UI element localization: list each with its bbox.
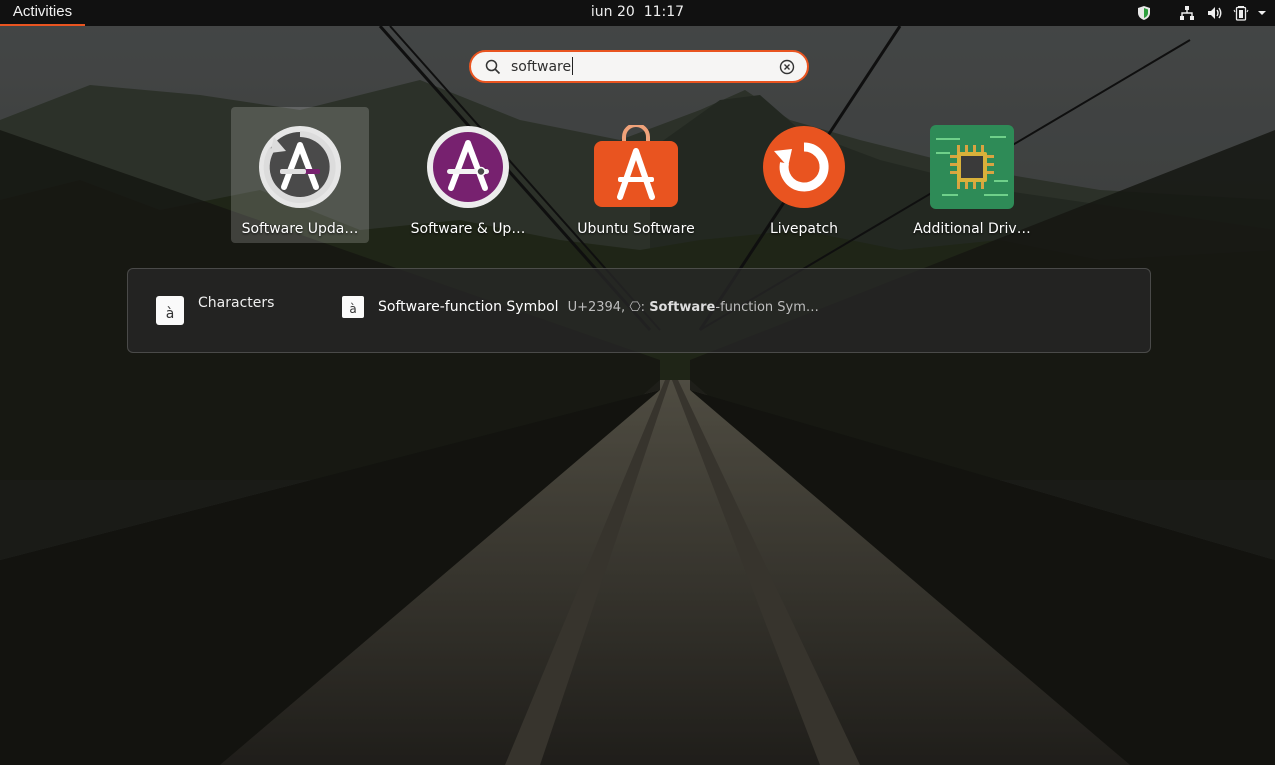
app-label: Software Upda… [241,221,359,237]
software-properties-icon [427,126,509,208]
top-bar: Activities iun 20 11:17 [0,0,1275,26]
network-icon[interactable] [1179,0,1195,26]
volume-icon[interactable] [1207,0,1223,26]
app-tile-ubuntu-software[interactable]: Ubuntu Software [567,107,705,243]
battery-icon[interactable] [1233,0,1249,26]
additional-drivers-icon [930,125,1014,209]
clock-display[interactable]: iun 20 11:17 [0,0,1275,25]
provider-name[interactable]: Characters [198,295,274,311]
app-label: Ubuntu Software [577,221,695,237]
app-tile-livepatch[interactable]: Livepatch [735,107,873,243]
ubuntu-software-icon [594,125,678,207]
software-updater-icon [259,126,341,208]
text-cursor [572,57,573,75]
character-glyph-icon: à [342,296,364,318]
search-provider-characters: à Characters à Software-function Symbol … [127,268,1151,353]
app-tile-additional-drivers[interactable]: Additional Driv… [903,107,1041,243]
security-shield-icon[interactable] [1137,0,1151,26]
result-title: Software-function Symbol [378,299,559,315]
app-label: Software & Up… [410,221,526,237]
result-description: U+2394, ⎔: Software-function Sym… [567,299,819,315]
character-result-item[interactable]: à Software-function Symbol U+2394, ⎔: So… [342,296,819,318]
app-label: Livepatch [769,221,839,237]
app-tile-software-updater[interactable]: Software Upda… [231,107,369,243]
system-tray[interactable] [1137,0,1267,26]
activities-button[interactable]: Activities [0,0,85,26]
app-label: Additional Driv… [913,221,1031,237]
livepatch-icon [763,126,845,208]
app-tile-software-properties[interactable]: Software & Up… [399,107,537,243]
system-menu-chevron-icon[interactable] [1257,0,1267,26]
search-entry[interactable] [469,50,809,83]
search-input[interactable] [511,57,771,77]
characters-app-icon[interactable]: à [156,296,184,325]
clear-search-icon[interactable] [779,59,795,79]
clock-date[interactable]: iun 20 [591,4,635,20]
clock-time[interactable]: 11:17 [644,4,684,20]
search-icon [485,59,501,79]
